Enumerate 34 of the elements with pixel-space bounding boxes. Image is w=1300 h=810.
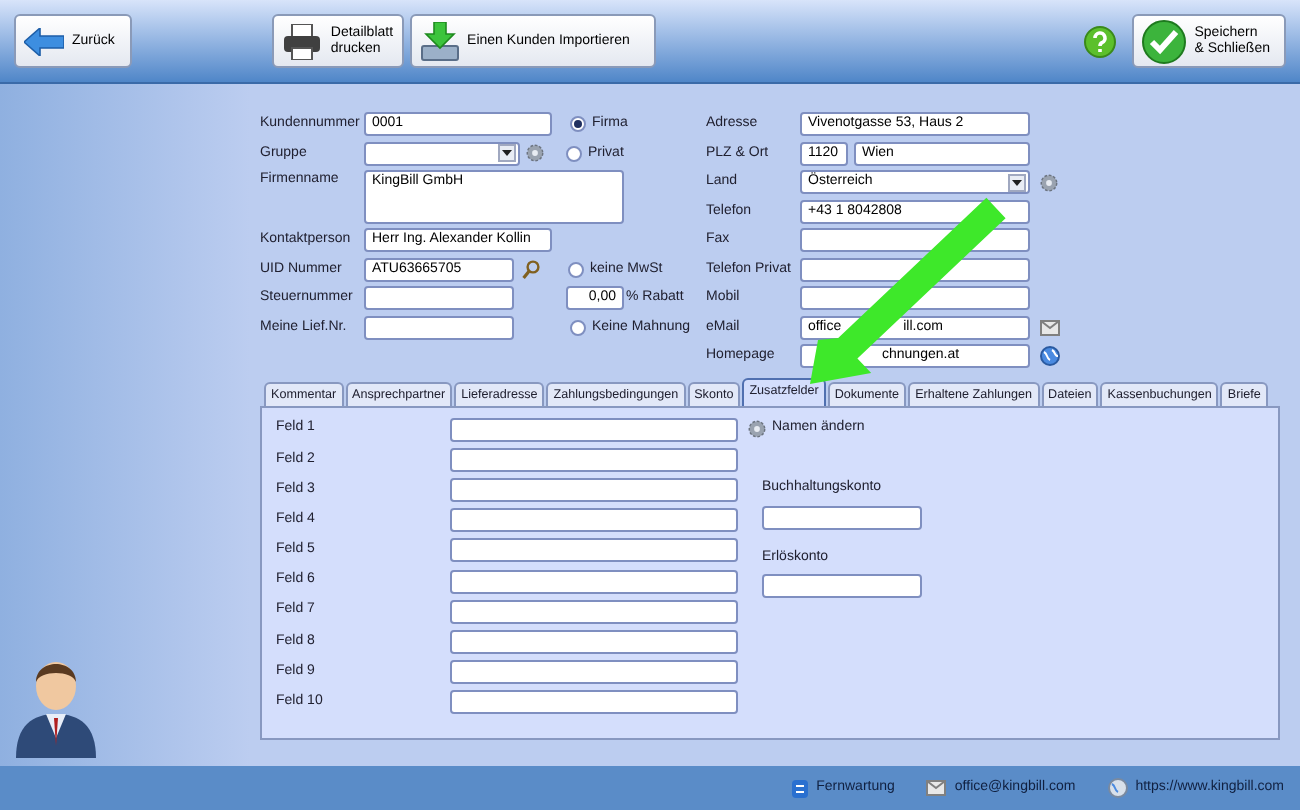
dropdown-button[interactable]: [498, 144, 516, 163]
download-icon: [419, 21, 460, 61]
input-field[interactable]: [450, 447, 738, 472]
remote-icon[interactable]: [792, 779, 809, 797]
gear-icon[interactable]: [526, 144, 544, 163]
checkmark-icon: [1142, 19, 1187, 63]
input-field[interactable]: [762, 574, 922, 598]
checkbox[interactable]: [568, 261, 584, 278]
gear-icon[interactable]: [1040, 173, 1058, 192]
dropdown-button[interactable]: [1008, 173, 1026, 192]
input-field[interactable]: [450, 417, 738, 442]
input-field[interactable]: [364, 315, 514, 340]
gear-icon[interactable]: [748, 420, 766, 438]
input-field[interactable]: [364, 286, 514, 311]
radio-button[interactable]: [566, 145, 582, 162]
input-field[interactable]: [450, 508, 738, 533]
radio-button[interactable]: [570, 116, 586, 133]
input-field[interactable]: [762, 505, 922, 529]
input-field[interactable]: [450, 599, 738, 624]
caret-icon: [1012, 179, 1022, 186]
search-icon[interactable]: [522, 259, 540, 280]
envelope-icon: [926, 780, 947, 796]
caret-icon: [502, 150, 512, 157]
back-arrow-icon: [24, 27, 64, 55]
envelope-icon[interactable]: [1040, 319, 1060, 336]
help-icon[interactable]: [1084, 25, 1117, 57]
input-field[interactable]: [450, 569, 738, 594]
input-field[interactable]: [450, 629, 738, 654]
printer-icon: [282, 23, 323, 59]
input-field[interactable]: [450, 477, 738, 502]
input-field[interactable]: [450, 660, 738, 685]
input-field[interactable]: [450, 690, 738, 715]
checkbox[interactable]: [570, 319, 586, 336]
input-field[interactable]: [450, 538, 738, 563]
